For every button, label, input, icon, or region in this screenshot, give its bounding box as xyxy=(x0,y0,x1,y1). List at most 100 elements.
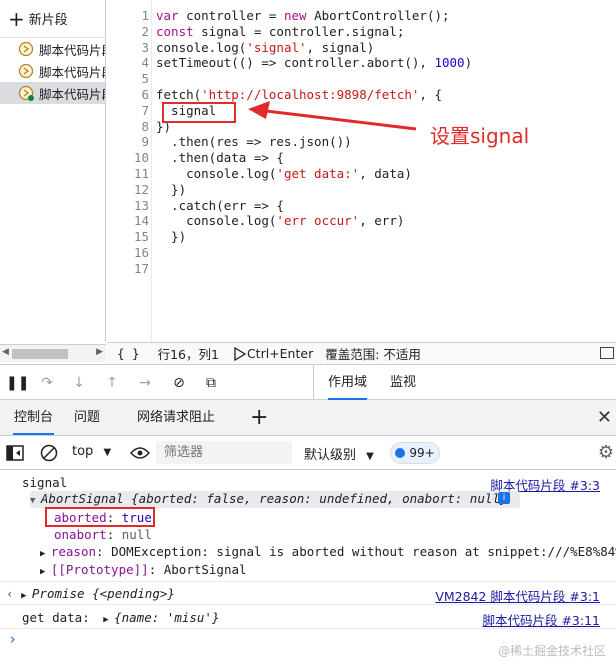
context-selector[interactable]: top ▼ xyxy=(72,444,111,459)
scroll-right-icon[interactable]: ▶ xyxy=(96,347,103,357)
source-link[interactable]: 脚本代码片段 #3:11 xyxy=(482,610,600,629)
snippet-file-icon xyxy=(18,63,34,79)
context-value: top xyxy=(72,444,94,459)
property-key: [[Prototype]] xyxy=(50,562,149,577)
message-divider xyxy=(0,628,616,629)
tab-watch[interactable]: 监视 xyxy=(390,365,416,400)
step-out-icon[interactable]: ↑ xyxy=(103,374,121,392)
clear-console-icon[interactable] xyxy=(40,444,58,462)
code-token: controller = xyxy=(186,8,284,23)
code-editor[interactable]: 1 2 3 4 5 6 7 8 9 10 11 12 13 14 15 16 17 var controller… xyxy=(107,0,616,342)
code-line: }) xyxy=(156,229,472,245)
annotation-highlight-signal xyxy=(162,102,236,123)
property-prototype[interactable]: ▶ [[Prototype]]: AbortSignal xyxy=(40,562,616,577)
run-shortcut-label: Ctrl+Enter xyxy=(246,346,314,361)
code-token: .catch(err => { xyxy=(156,197,284,213)
snippet-item[interactable]: 脚本代码片段 xyxy=(0,60,105,82)
code-content[interactable]: var controller = new AbortController(); c… xyxy=(156,8,472,277)
property-reason[interactable]: ▶ reason: DOMException: signal is aborte… xyxy=(40,544,616,559)
line-number: 13 xyxy=(133,197,149,213)
step-into-icon[interactable]: ↓ xyxy=(70,374,88,392)
step-over-icon[interactable]: ↷ xyxy=(38,374,56,392)
expand-arrow-icon[interactable]: ▼ xyxy=(30,496,41,506)
log-levels-dropdown[interactable]: 默认级别 ▼ xyxy=(304,444,374,463)
line-number: 9 xyxy=(141,134,149,150)
watermark: @稀土掘金技术社区 xyxy=(497,644,606,658)
code-token: , err) xyxy=(359,213,405,229)
toggle-drawer-icon[interactable] xyxy=(600,347,614,359)
pause-icon[interactable]: ❚❚ xyxy=(6,374,29,392)
pretty-print-button[interactable]: { } xyxy=(117,346,140,361)
tab-scope[interactable]: 作用域 xyxy=(328,365,368,400)
run-snippet-button[interactable]: Ctrl+Enter xyxy=(233,346,313,361)
tab-network-request-blocking[interactable]: 网络请求阻止 xyxy=(137,400,215,435)
code-token: AbortController(); xyxy=(314,8,450,23)
toolbar-divider xyxy=(313,365,314,401)
code-token: console.log( xyxy=(156,165,277,181)
expand-arrow-icon[interactable]: ▶ xyxy=(40,549,51,559)
info-icon: i xyxy=(498,492,510,504)
tab-console[interactable]: 控制台 xyxy=(13,400,55,435)
property-key: reason xyxy=(50,544,96,559)
snippet-item-label: 脚本代码片段 xyxy=(39,42,105,58)
annotation-highlight-aborted xyxy=(45,507,155,527)
code-token: fetch( xyxy=(156,86,202,102)
gutter-divider xyxy=(151,0,152,342)
scroll-left-icon[interactable]: ◀ xyxy=(2,347,9,357)
close-drawer-icon[interactable]: ✕ xyxy=(597,407,612,428)
step-icon[interactable]: → xyxy=(136,374,154,392)
expand-arrow-icon[interactable]: ▶ xyxy=(103,615,114,625)
object-preview: AbortSignal {aborted: false, reason: und… xyxy=(40,491,508,506)
console-toolbar: top ▼ 默认级别 ▼ 99+ ⚙ xyxy=(0,436,616,470)
line-number: 12 xyxy=(133,181,149,197)
scrollbar-thumb[interactable] xyxy=(12,349,68,359)
snippet-item[interactable]: 脚本代码片段 xyxy=(0,38,105,60)
code-line: }) xyxy=(156,182,472,198)
message-text: get data: xyxy=(22,610,90,625)
expand-arrow-icon[interactable]: ▶ xyxy=(21,591,32,601)
property-value: DOMException: signal is aborted without … xyxy=(111,544,616,559)
result-arrow-icon: ‹ xyxy=(6,586,22,601)
line-number: 2 xyxy=(141,23,149,39)
code-token: , signal) xyxy=(306,39,375,55)
code-token: new xyxy=(283,8,315,23)
code-token: signal = controller.signal; xyxy=(201,23,405,39)
code-line: setTimeout(() => controller.abort(), 100… xyxy=(156,55,472,71)
line-number: 14 xyxy=(133,213,149,229)
expand-arrow-icon[interactable]: ▶ xyxy=(40,567,51,577)
sidebar-toggle-icon[interactable] xyxy=(6,445,24,461)
line-number-gutter: 1 2 3 4 5 6 7 8 9 10 11 12 13 14 15 16 17 xyxy=(107,8,149,277)
dropdown-arrow-icon: ▼ xyxy=(103,447,112,458)
issues-badge[interactable]: 99+ xyxy=(390,442,440,464)
object-preview-text: {name: 'misu'} xyxy=(114,610,220,625)
pause-on-exceptions-icon[interactable]: ⧉ xyxy=(202,374,220,392)
code-line: .catch(err => { xyxy=(156,198,472,214)
line-number: 3 xyxy=(141,39,149,55)
line-number: 4 xyxy=(141,55,149,71)
code-line: console.log('err occur', err) xyxy=(156,213,472,229)
snippet-item-selected[interactable]: 脚本代码片段 xyxy=(0,82,105,104)
new-snippet-label: 新片段 xyxy=(28,13,68,28)
code-token: }) xyxy=(156,229,187,245)
object-preview-row[interactable]: ▼ AbortSignal {aborted: false, reason: u… xyxy=(30,491,520,508)
tab-issues[interactable]: 问题 xyxy=(74,400,100,435)
code-line: var controller = new AbortController(); xyxy=(156,8,472,24)
line-number: 5 xyxy=(141,71,149,87)
code-token: const xyxy=(156,23,202,39)
line-number: 17 xyxy=(133,260,149,276)
live-expression-eye-icon[interactable] xyxy=(130,446,150,460)
object-preview: {name: 'misu'} xyxy=(114,610,219,625)
annotation-label: 设置signal xyxy=(430,124,530,148)
deactivate-breakpoints-icon[interactable]: ⊘ xyxy=(170,374,188,392)
code-token: , data) xyxy=(359,165,412,181)
gear-icon[interactable]: ⚙ xyxy=(598,442,614,463)
snippet-item-label: 脚本代码片段 xyxy=(39,86,105,102)
play-icon xyxy=(234,346,247,361)
sidebar-scrollbar[interactable]: ◀ ▶ xyxy=(0,344,106,362)
filter-input[interactable] xyxy=(156,441,292,464)
promise-preview: Promise {<pending>} xyxy=(31,586,175,601)
add-tab-button[interactable]: + xyxy=(250,400,268,435)
new-snippet-button[interactable]: + 新片段 xyxy=(0,0,105,38)
source-link[interactable]: VM2842 脚本代码片段 #3:1 xyxy=(435,586,600,605)
code-token: var xyxy=(156,8,187,23)
